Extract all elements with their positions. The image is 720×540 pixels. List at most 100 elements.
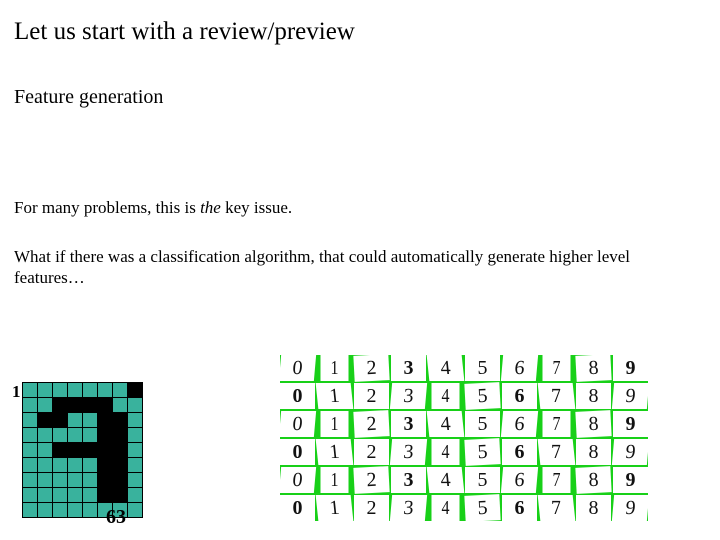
mosaic-cell: 0 bbox=[280, 383, 315, 409]
mosaic-cell: 5 bbox=[464, 438, 500, 466]
pixel-cell bbox=[98, 473, 112, 487]
pixel-cell bbox=[53, 443, 67, 457]
pixel-cell bbox=[68, 443, 82, 457]
body-line-1-post: key issue. bbox=[221, 198, 292, 217]
pixel-cell bbox=[98, 443, 112, 457]
pixel-cell bbox=[98, 458, 112, 472]
pixel-cell bbox=[128, 413, 142, 427]
pixel-cell bbox=[83, 383, 97, 397]
mosaic-cell: 3 bbox=[390, 439, 427, 465]
mosaic-cell: 7 bbox=[538, 439, 576, 465]
pixel-cell bbox=[23, 413, 37, 427]
mosaic-cell: 5 bbox=[465, 411, 500, 437]
pixel-cell bbox=[38, 443, 52, 457]
pixel-cell bbox=[38, 503, 52, 517]
mosaic-cell: 3 bbox=[390, 383, 427, 409]
mosaic-cell: 9 bbox=[612, 495, 649, 521]
mosaic-cell: 9 bbox=[613, 411, 648, 437]
pixel-cell bbox=[113, 383, 127, 397]
pixel-cell bbox=[68, 488, 82, 502]
mosaic-cell: 8 bbox=[576, 383, 611, 409]
pixel-cell bbox=[53, 428, 67, 442]
mosaic-cell: 1 bbox=[316, 439, 354, 465]
mosaic-cell: 6 bbox=[502, 383, 537, 409]
pixel-cell bbox=[68, 413, 82, 427]
pixel-cell bbox=[113, 458, 127, 472]
pixel-cell bbox=[113, 428, 127, 442]
mosaic-cell: 5 bbox=[464, 494, 500, 522]
mosaic-cell: 7 bbox=[543, 411, 571, 437]
mosaic-cell: 9 bbox=[612, 383, 649, 409]
body-line-1-pre: For many problems, this is bbox=[14, 198, 200, 217]
pixel-cell bbox=[128, 488, 142, 502]
pixel-cell bbox=[53, 398, 67, 412]
mosaic-cell: 4 bbox=[427, 467, 465, 493]
mosaic-cell: 8 bbox=[575, 466, 611, 494]
mosaic-cell: 2 bbox=[354, 439, 389, 465]
pixel-cell bbox=[113, 473, 127, 487]
mosaic-cell: 1 bbox=[321, 411, 349, 437]
mosaic-cell: 7 bbox=[538, 495, 576, 521]
mosaic-cell: 4 bbox=[432, 383, 460, 409]
pixel-cell bbox=[98, 488, 112, 502]
pixel-cell bbox=[98, 428, 112, 442]
pixel-cell bbox=[38, 488, 52, 502]
pixel-cell bbox=[23, 443, 37, 457]
pixel-cell bbox=[83, 473, 97, 487]
pixel-cell bbox=[83, 488, 97, 502]
mosaic-cell: 6 bbox=[501, 467, 538, 493]
pixel-cell bbox=[68, 428, 82, 442]
pixel-cell bbox=[128, 458, 142, 472]
pixel-cell bbox=[83, 443, 97, 457]
mosaic-cell: 3 bbox=[391, 411, 426, 437]
mosaic-cell: 4 bbox=[427, 355, 465, 381]
pixel-cell bbox=[98, 413, 112, 427]
mosaic-cell: 7 bbox=[543, 355, 571, 381]
mosaic-cell: 0 bbox=[280, 439, 315, 465]
mosaic-cell: 6 bbox=[502, 495, 537, 521]
pixel-cell bbox=[53, 413, 67, 427]
grid-label-63: 63 bbox=[106, 506, 126, 529]
body-line-1: For many problems, this is the key issue… bbox=[14, 198, 292, 218]
mosaic-cell: 6 bbox=[502, 439, 537, 465]
mosaic-cell: 8 bbox=[576, 439, 611, 465]
pixel-cell bbox=[68, 398, 82, 412]
mosaic-cell: 9 bbox=[613, 355, 648, 381]
pixel-cell bbox=[38, 413, 52, 427]
mosaic-cell: 9 bbox=[612, 439, 649, 465]
pixel-cell bbox=[68, 503, 82, 517]
pixel-cell bbox=[98, 398, 112, 412]
pixel-cell bbox=[83, 428, 97, 442]
mosaic-cell: 3 bbox=[391, 355, 426, 381]
pixel-cell bbox=[38, 458, 52, 472]
pixel-cell bbox=[68, 458, 82, 472]
pixel-cell bbox=[128, 443, 142, 457]
mosaic-cell: 2 bbox=[353, 354, 389, 382]
pixel-cell bbox=[53, 458, 67, 472]
pixel-cell bbox=[53, 503, 67, 517]
mosaic-cell: 8 bbox=[575, 410, 611, 438]
mosaic-cell: 8 bbox=[575, 354, 611, 382]
pixel-cell bbox=[23, 473, 37, 487]
pixel-cell bbox=[83, 503, 97, 517]
mosaic-cell: 1 bbox=[316, 383, 354, 409]
mosaic-cell: 3 bbox=[390, 495, 427, 521]
pixel-cell bbox=[113, 443, 127, 457]
mosaic-cell: 1 bbox=[321, 467, 349, 493]
pixel-cell bbox=[83, 413, 97, 427]
pixel-cell bbox=[53, 488, 67, 502]
mosaic-cell: 0 bbox=[279, 355, 316, 381]
mosaic-cell: 5 bbox=[464, 382, 500, 410]
mosaic-cell: 4 bbox=[432, 439, 460, 465]
mosaic-cell: 2 bbox=[354, 383, 389, 409]
pixel-cell bbox=[23, 458, 37, 472]
mosaic-cell: 5 bbox=[465, 355, 500, 381]
pixel-grid-image bbox=[22, 382, 143, 518]
pixel-cell bbox=[83, 398, 97, 412]
mosaic-cell: 0 bbox=[280, 495, 315, 521]
mosaic-cell: 0 bbox=[279, 467, 316, 493]
pixel-cell bbox=[23, 383, 37, 397]
slide-title: Let us start with a review/preview bbox=[14, 18, 355, 46]
mosaic-cell: 4 bbox=[432, 495, 460, 521]
pixel-cell bbox=[128, 398, 142, 412]
